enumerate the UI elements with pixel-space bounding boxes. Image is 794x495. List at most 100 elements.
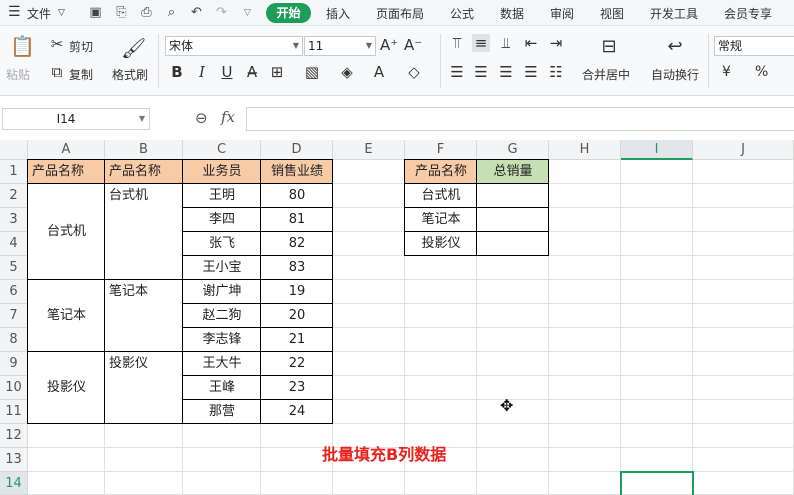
column-header-f[interactable]: F [405,140,477,160]
align-center-icon[interactable]: ☰ [472,63,490,81]
copy-button[interactable]: 复制 [69,66,93,83]
number-format-select[interactable]: 常规 [714,36,794,56]
tab-developer[interactable]: 开发工具 [650,5,698,22]
group-name-cell[interactable]: 笔记本 [28,304,105,328]
sales-value-cell[interactable]: 83 [261,256,333,280]
underline-icon[interactable]: U [218,63,236,81]
summary-total-cell[interactable] [477,208,549,232]
salesperson-cell[interactable]: 张飞 [183,232,261,256]
column-header-g[interactable]: G [477,140,549,160]
active-cell-i14[interactable] [620,471,694,495]
column-header-h[interactable]: H [549,140,621,160]
b-column-cell[interactable]: 投影仪 [105,352,183,376]
header-cell-c1[interactable]: 业务员 [183,160,261,184]
row-header-6[interactable]: 6 [0,280,28,304]
indent-decrease-icon[interactable]: ⇤ [522,34,540,52]
scissors-icon[interactable]: ✂ [48,35,66,53]
tab-data[interactable]: 数据 [500,5,524,22]
column-header-b[interactable]: B [105,140,183,160]
row-header-12[interactable]: 12 [0,424,28,448]
b-column-cell[interactable]: 笔记本 [105,280,183,304]
header-cell-d1[interactable]: 销售业绩 [261,160,333,184]
sales-value-cell[interactable]: 81 [261,208,333,232]
sales-value-cell[interactable]: 24 [261,400,333,424]
fill-color-icon[interactable]: ◈ [338,63,356,81]
brush-icon[interactable]: 🖌 [121,36,146,60]
column-header-c[interactable]: C [183,140,261,160]
tab-page-layout[interactable]: 页面布局 [376,5,424,22]
row-header-4[interactable]: 4 [0,232,28,256]
header-cell-b1[interactable]: 产品名称 [105,160,183,184]
sales-value-cell[interactable]: 82 [261,232,333,256]
merge-cells-icon[interactable]: ⊟ [600,36,618,57]
zoom-icon[interactable]: ⊖ [195,109,208,127]
row-header-11[interactable]: 11 [0,400,28,424]
print-preview-icon[interactable]: ⌕ [163,4,180,21]
paste-icon[interactable]: 📋 [10,34,35,58]
summary-total-cell[interactable] [477,184,549,208]
row-header-13[interactable]: 13 [0,448,28,472]
wrap-text-icon[interactable]: ↩ [666,36,684,57]
align-left-icon[interactable]: ☰ [448,63,466,81]
format-painter-button[interactable]: 格式刷 [112,66,148,83]
salesperson-cell[interactable]: 王小宝 [183,256,261,280]
font-color-icon[interactable]: A [370,63,388,81]
fx-icon[interactable]: fx [221,108,235,126]
summary-product-cell[interactable]: 台式机 [405,184,477,208]
row-header-8[interactable]: 8 [0,328,28,352]
summary-product-cell[interactable]: 笔记本 [405,208,477,232]
wrap-text-button[interactable]: 自动换行 [651,66,699,83]
row-header-5[interactable]: 5 [0,256,28,280]
currency-button[interactable]: ¥ [722,64,731,80]
row-header-2[interactable]: 2 [0,184,28,208]
borders-icon[interactable]: ⊞ [268,63,286,81]
file-menu[interactable]: 文件 [27,5,51,22]
tab-view[interactable]: 视图 [600,5,624,22]
font-name-select[interactable]: 宋体 ▼ [165,36,303,56]
eraser-icon[interactable]: ◇ [405,63,423,81]
print-icon[interactable]: ⎙ [138,4,155,21]
italic-icon[interactable]: I [193,63,211,81]
salesperson-cell[interactable]: 王明 [183,184,261,208]
quick-access-dropdown-icon[interactable]: ▽ [244,8,251,18]
increase-font-icon[interactable]: A⁺ [380,36,398,54]
sales-value-cell[interactable]: 80 [261,184,333,208]
hamburger-icon[interactable]: ☰ [8,4,21,20]
merge-center-button[interactable]: 合并居中 [582,66,630,83]
group-name-cell[interactable]: 投影仪 [28,376,105,400]
tab-formulas[interactable]: 公式 [450,5,474,22]
header-cell-g1[interactable]: 总销量 [477,160,549,184]
tab-review[interactable]: 审阅 [550,5,574,22]
tab-insert[interactable]: 插入 [326,5,350,22]
summary-total-cell[interactable] [477,232,549,256]
align-top-icon[interactable]: ⫪ [448,34,466,52]
salesperson-cell[interactable]: 李志锋 [183,328,261,352]
row-header-9[interactable]: 9 [0,352,28,376]
row-header-1[interactable]: 1 [0,160,28,184]
align-right-icon[interactable]: ☰ [497,63,515,81]
percent-button[interactable]: % [755,64,768,80]
column-header-a[interactable]: A [28,140,105,160]
salesperson-cell[interactable]: 赵二狗 [183,304,261,328]
indent-increase-icon[interactable]: ⇥ [547,34,565,52]
undo-icon[interactable]: ↶ [188,4,205,21]
salesperson-cell[interactable]: 李四 [183,208,261,232]
column-header-i[interactable]: I [621,140,693,160]
salesperson-cell[interactable]: 王大牛 [183,352,261,376]
sales-value-cell[interactable]: 20 [261,304,333,328]
sales-value-cell[interactable]: 22 [261,352,333,376]
column-header-d[interactable]: D [261,140,333,160]
align-bottom-icon[interactable]: ⫫ [497,34,515,52]
row-header-3[interactable]: 3 [0,208,28,232]
redo-icon[interactable]: ↷ [213,4,230,21]
sales-value-cell[interactable]: 23 [261,376,333,400]
justify-icon[interactable]: ☰ [522,63,540,81]
salesperson-cell[interactable]: 王峰 [183,376,261,400]
export-icon[interactable]: ⎘ [113,4,130,21]
tab-home[interactable]: 开始 [266,3,311,23]
cut-button[interactable]: 剪切 [69,38,93,55]
group-name-cell[interactable]: 台式机 [28,220,105,244]
row-header-14[interactable]: 14 [0,472,28,495]
row-header-10[interactable]: 10 [0,376,28,400]
distribute-icon[interactable]: ☷ [547,63,565,81]
